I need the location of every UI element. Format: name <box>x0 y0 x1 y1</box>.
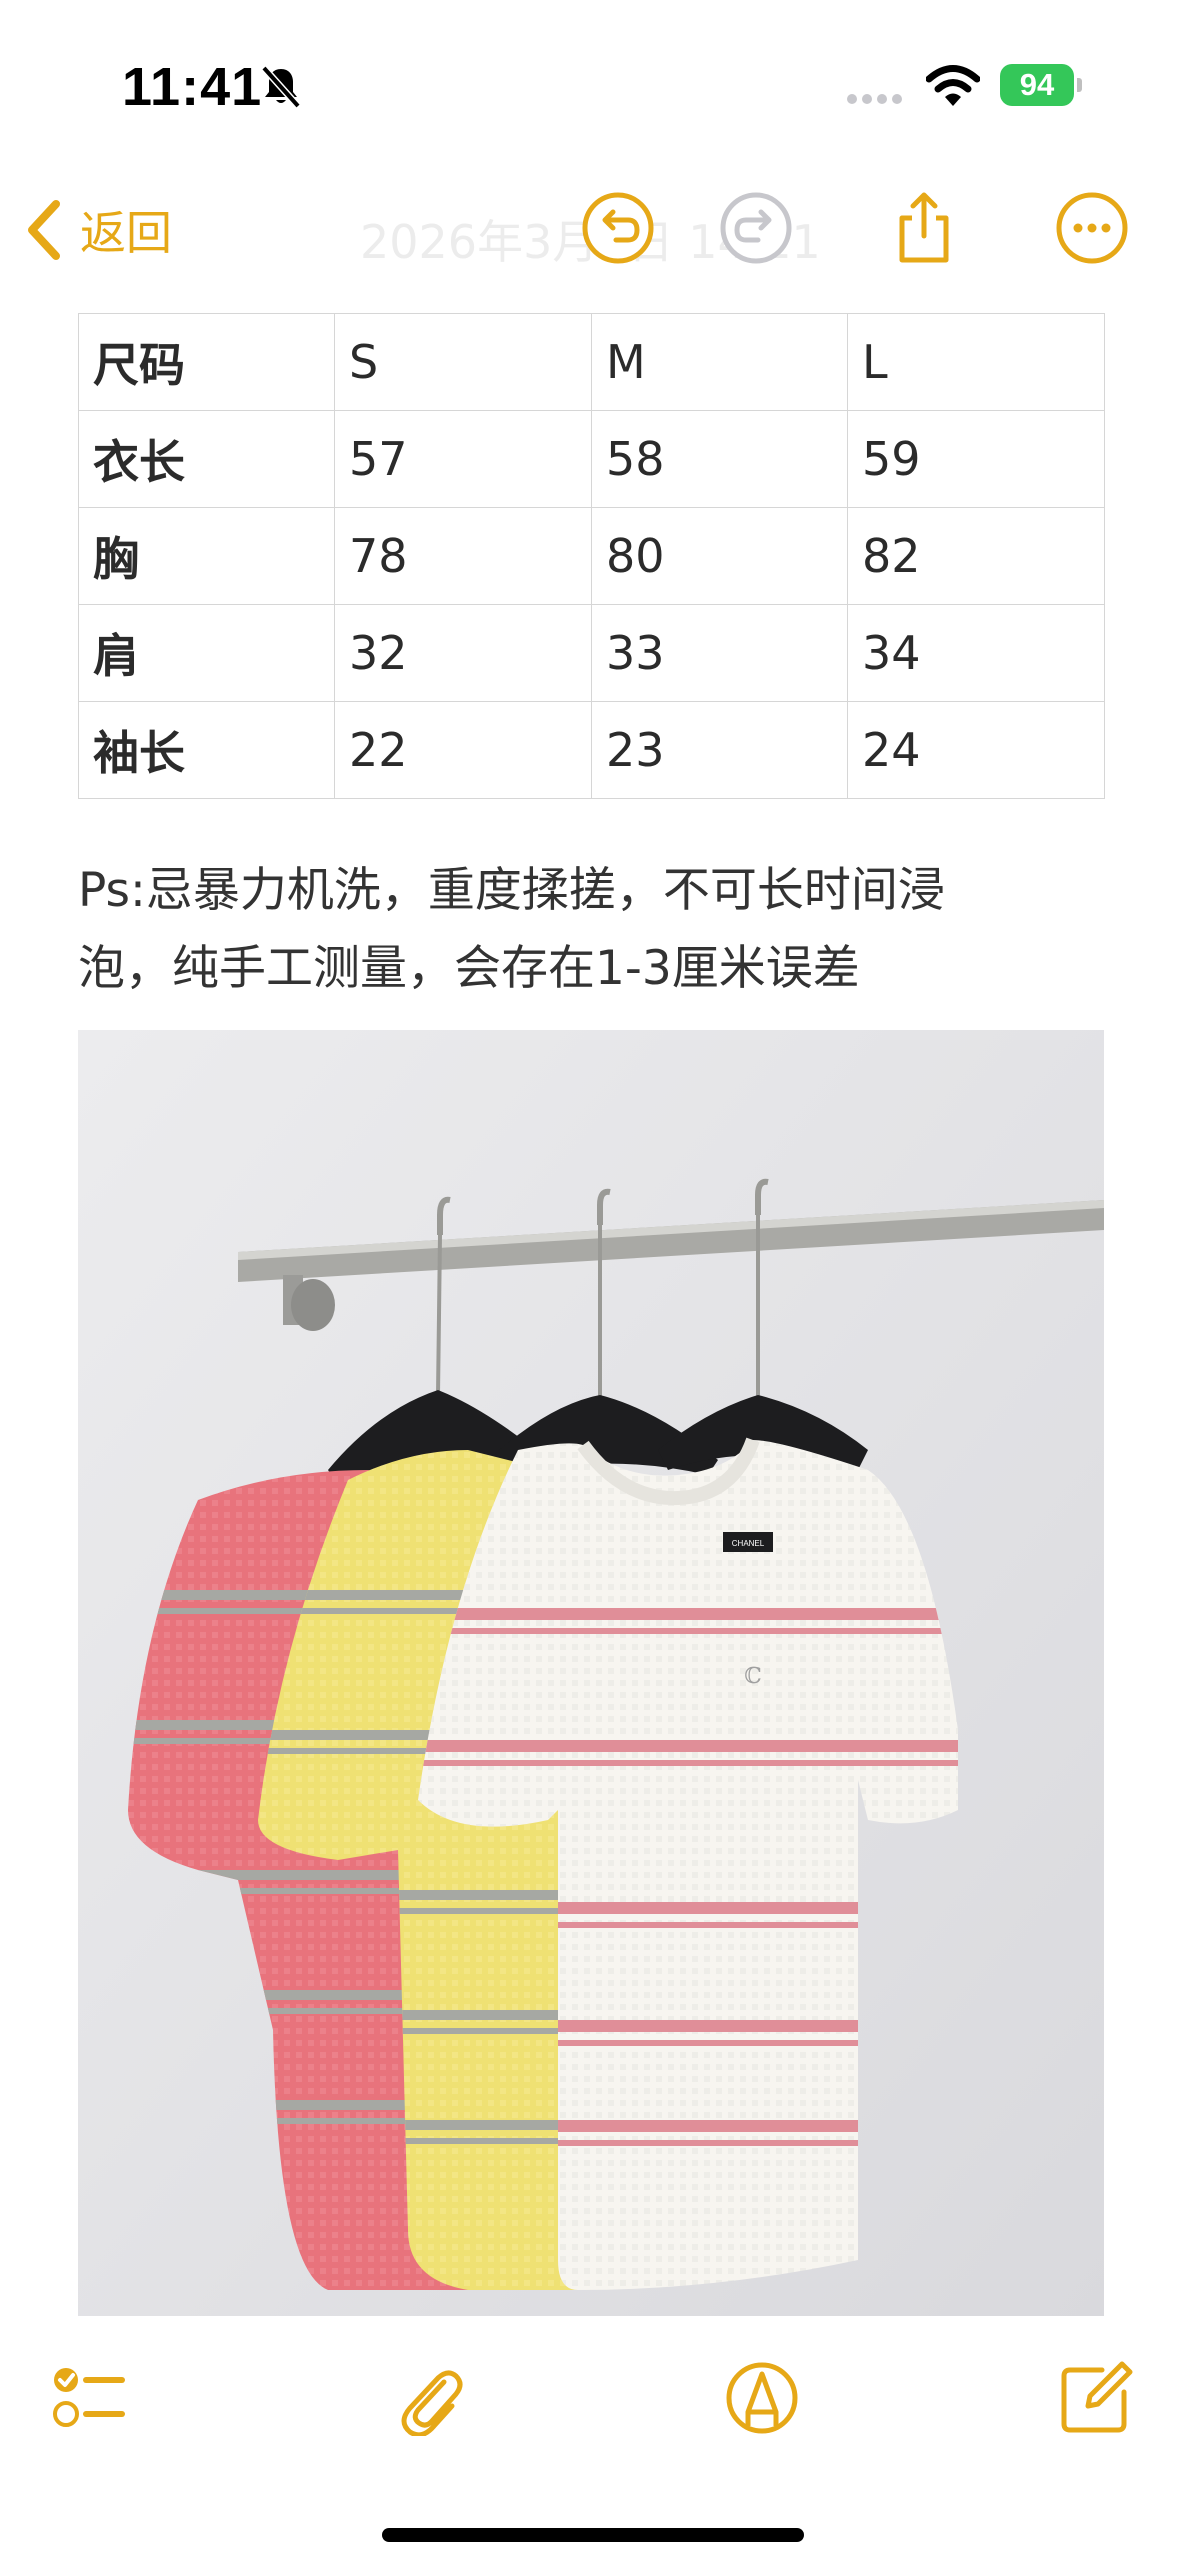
table-row: 袖长 22 23 24 <box>78 701 1105 799</box>
battery-cap <box>1077 78 1082 92</box>
share-icon[interactable] <box>886 190 962 266</box>
home-indicator <box>382 2528 804 2542</box>
bell-slash-icon <box>261 65 301 109</box>
table-cell[interactable]: 80 <box>591 507 848 605</box>
back-label: 返回 <box>80 206 172 260</box>
table-cell[interactable]: 22 <box>334 701 592 799</box>
table-cell[interactable]: M <box>591 313 848 411</box>
bottom-toolbar <box>0 2330 1179 2480</box>
size-table[interactable]: 尺码 S M L 衣长 57 58 59 胸 78 80 82 肩 32 33 … <box>78 313 1105 799</box>
table-cell[interactable]: 袖长 <box>78 701 335 799</box>
table-cell[interactable]: 33 <box>591 604 848 702</box>
nav-bar: 返回 2026年3月1日 14:11 <box>0 170 1179 290</box>
product-photo[interactable]: CHANEL ℂ <box>78 1030 1104 2316</box>
back-button[interactable]: 返回 <box>24 190 172 270</box>
photo-label-text: CHANEL <box>732 1539 765 1548</box>
table-cell[interactable]: L <box>847 313 1105 411</box>
table-row: 衣长 57 58 59 <box>78 410 1105 508</box>
table-cell[interactable]: 胸 <box>78 507 335 605</box>
status-time: 11:41 <box>122 57 263 117</box>
table-cell[interactable]: 肩 <box>78 604 335 702</box>
status-bar: 11:41 94 <box>0 0 1179 170</box>
table-row: 尺码 S M L <box>78 313 1105 411</box>
table-cell[interactable]: 57 <box>334 410 592 508</box>
note-line: Ps:忌暴力机洗，重度揉搓，不可长时间浸 <box>78 863 945 918</box>
table-cell[interactable]: 78 <box>334 507 592 605</box>
table-cell[interactable]: 24 <box>847 701 1105 799</box>
note-text[interactable]: Ps:忌暴力机洗，重度揉搓，不可长时间浸 泡，纯手工测量，会存在1-3厘米误差 <box>78 852 1108 1008</box>
table-cell[interactable]: 58 <box>591 410 848 508</box>
undo-icon[interactable] <box>580 190 656 266</box>
note-line: 泡，纯手工测量，会存在1-3厘米误差 <box>78 941 860 996</box>
table-cell[interactable]: 衣长 <box>78 410 335 508</box>
markup-icon[interactable] <box>724 2360 800 2436</box>
table-cell[interactable]: 尺码 <box>78 313 335 411</box>
compose-icon[interactable] <box>1058 2360 1134 2436</box>
wifi-icon <box>926 65 980 106</box>
signal-icon <box>847 94 902 104</box>
battery-indicator: 94 <box>1000 64 1074 106</box>
table-cell[interactable]: S <box>334 313 592 411</box>
table-row: 肩 32 33 34 <box>78 604 1105 702</box>
redo-icon[interactable] <box>718 190 794 266</box>
table-cell[interactable]: 82 <box>847 507 1105 605</box>
paperclip-icon[interactable] <box>392 2360 468 2436</box>
battery-level: 94 <box>1019 67 1055 102</box>
checklist-icon[interactable] <box>50 2360 126 2436</box>
table-cell[interactable]: 23 <box>591 701 848 799</box>
table-row: 胸 78 80 82 <box>78 507 1105 605</box>
table-cell[interactable]: 34 <box>847 604 1105 702</box>
more-icon[interactable] <box>1054 190 1130 266</box>
table-cell[interactable]: 32 <box>334 604 592 702</box>
svg-text:ℂ: ℂ <box>744 1664 762 1689</box>
table-cell[interactable]: 59 <box>847 410 1105 508</box>
chevron-left-icon <box>28 200 60 260</box>
